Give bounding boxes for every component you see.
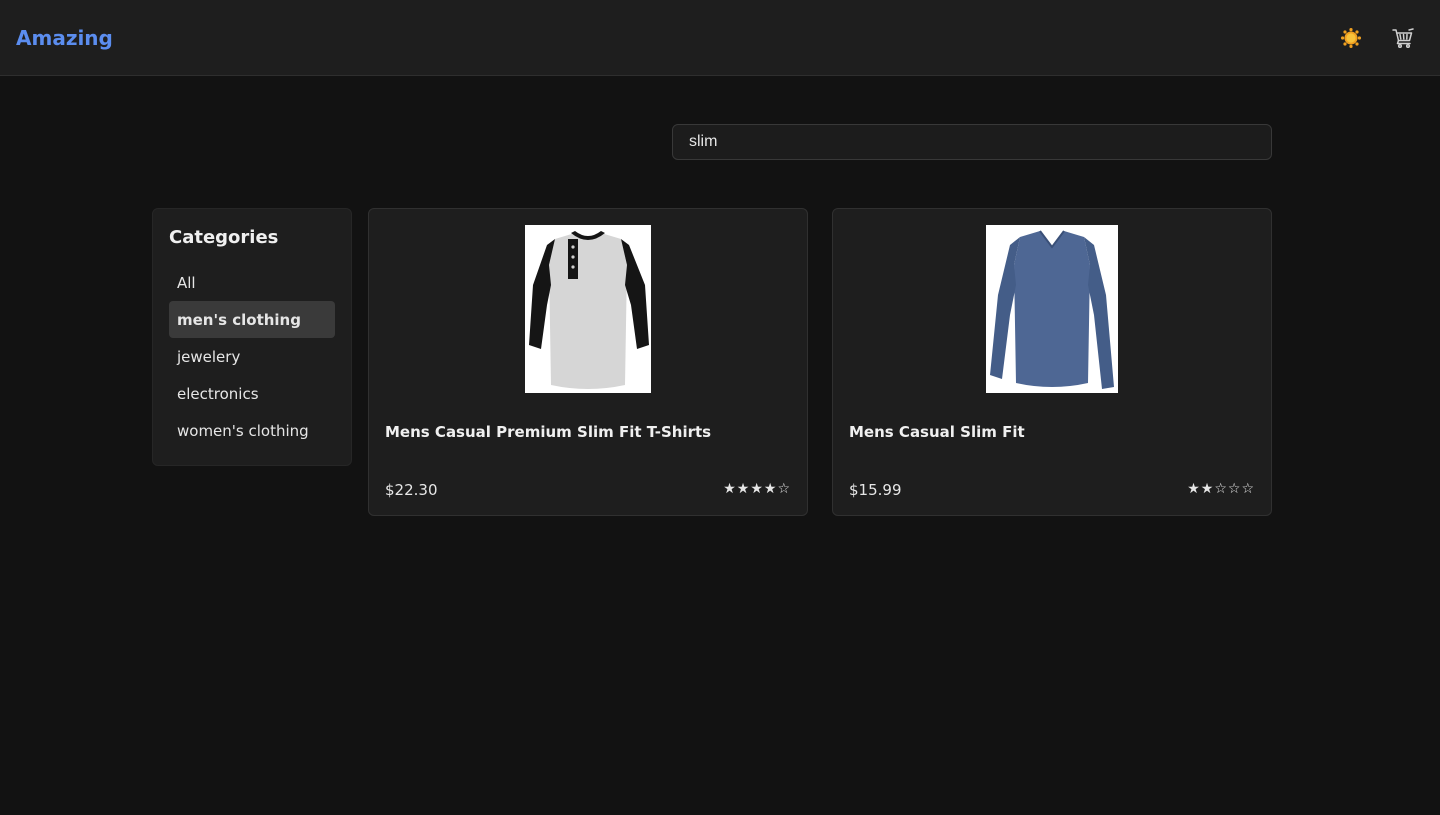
search-bar <box>672 124 1272 160</box>
product-card[interactable]: Mens Casual Premium Slim Fit T-Shirts $2… <box>368 208 808 516</box>
category-item-mens-clothing[interactable]: men's clothing <box>169 301 335 338</box>
product-card[interactable]: Mens Casual Slim Fit $15.99 ★★☆☆☆ <box>832 208 1272 516</box>
sidebar-title: Categories <box>169 227 279 248</box>
cart-button[interactable] <box>1390 25 1416 51</box>
product-image-container <box>833 225 1271 393</box>
cart-icon <box>1392 27 1414 48</box>
product-price: $22.30 <box>385 481 438 499</box>
category-item-electronics[interactable]: electronics <box>169 375 335 412</box>
top-header: Amazing <box>0 0 1440 76</box>
category-item-womens-clothing[interactable]: women's clothing <box>169 412 335 449</box>
product-title[interactable]: Mens Casual Premium Slim Fit T-Shirts <box>385 423 711 441</box>
search-input[interactable] <box>672 124 1272 160</box>
category-item-all[interactable]: All <box>169 264 335 301</box>
category-sidebar: Categories All men's clothing jewelery e… <box>152 208 352 466</box>
logo[interactable]: Amazing <box>16 26 113 50</box>
product-rating: ★★★★☆ <box>723 481 791 497</box>
product-rating: ★★☆☆☆ <box>1187 481 1255 497</box>
header-actions <box>1338 25 1424 51</box>
product-image-container <box>369 225 807 393</box>
product-price: $15.99 <box>849 481 902 499</box>
long-sleeve-shirt-image[interactable] <box>986 225 1118 393</box>
theme-toggle-button[interactable] <box>1338 25 1364 51</box>
sun-icon <box>1341 27 1361 48</box>
category-item-jewelery[interactable]: jewelery <box>169 338 335 375</box>
henley-shirt-image[interactable] <box>525 225 651 393</box>
product-title[interactable]: Mens Casual Slim Fit <box>849 423 1025 441</box>
